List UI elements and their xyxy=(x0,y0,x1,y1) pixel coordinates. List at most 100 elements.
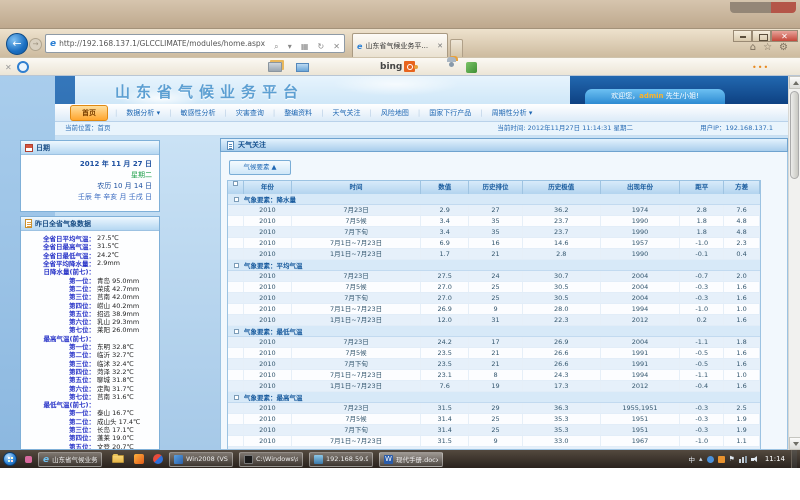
taskbar-ie-button[interactable]: e 山东省气候业务平台 xyxy=(38,452,102,467)
table-row[interactable]: 20101月1日~7月23日12.03122.320120.21.6 xyxy=(228,315,760,326)
cell: 21 xyxy=(469,348,523,358)
toolbar-logo-icon[interactable] xyxy=(17,61,29,73)
nav-item-8[interactable]: 周期性分析 ▾ xyxy=(492,108,533,118)
new-tab-button[interactable] xyxy=(450,39,463,58)
row-select-cell xyxy=(228,315,244,325)
table-row[interactable]: 20107月5候27.02530.52004-0.31.6 xyxy=(228,282,760,293)
dropdown-icon[interactable]: ▾ xyxy=(288,42,292,51)
refresh-icon[interactable]: ↻ xyxy=(318,42,325,51)
cell: 9 xyxy=(469,436,523,446)
maximize-button[interactable] xyxy=(752,30,771,42)
tab-close-icon[interactable]: ✕ xyxy=(437,42,443,50)
lunar-date: 农历 10 月 14 日 xyxy=(21,181,152,192)
table-row[interactable]: 20107月1日~7月23日26.9928.01994-1.01.0 xyxy=(228,304,760,315)
nav-item-4[interactable]: 整编资料 xyxy=(284,108,312,118)
compatibility-icon[interactable]: ▦ xyxy=(301,42,309,51)
section-header-row[interactable]: 气象要素：最高气温 xyxy=(228,392,760,403)
stop-icon[interactable]: ✕ xyxy=(333,42,340,51)
forward-button[interactable]: → xyxy=(29,38,42,51)
start-button[interactable] xyxy=(3,452,17,466)
browser-commandbar: ✕ bing ••• xyxy=(0,57,800,76)
table-row[interactable]: 20107月5候31.42535.31951-0.31.9 xyxy=(228,414,760,425)
search-icon[interactable]: ⌕ xyxy=(274,42,278,51)
back-button[interactable]: ← xyxy=(6,33,28,55)
address-bar[interactable]: e http://192.168.137.1/GLCCLIMATE/module… xyxy=(45,34,345,53)
table-row[interactable]: 20107月23日24.21726.92004-1.11.8 xyxy=(228,337,760,348)
row-select-cell xyxy=(228,271,244,281)
table-row[interactable]: 20107月1日~7月23日23.1824.31994-1.11.0 xyxy=(228,370,760,381)
close-button[interactable] xyxy=(771,30,798,42)
table-row[interactable]: 20107月下旬3.43523.719901.84.8 xyxy=(228,227,760,238)
taskbar-window-button-3[interactable]: 现代手册.docx ... xyxy=(379,452,443,467)
section-header-row[interactable]: 气象要素：平均气温 xyxy=(228,260,760,271)
checkbox[interactable] xyxy=(233,181,238,186)
scroll-down-arrow[interactable] xyxy=(789,437,800,450)
table-row[interactable]: 20107月5候23.52126.61991-0.51.6 xyxy=(228,348,760,359)
action-center-flag-icon[interactable]: ⚑ xyxy=(729,455,735,463)
browser-tab[interactable]: e 山东省气候业务平... ✕ xyxy=(352,33,448,58)
speaker-icon[interactable] xyxy=(751,456,759,463)
scroll-up-arrow[interactable] xyxy=(789,76,800,89)
nav-item-5[interactable]: 天气关注 xyxy=(333,108,361,118)
taskbar-window-button-0[interactable]: Win2008 (VS2... xyxy=(169,452,233,467)
language-indicator[interactable]: 中 xyxy=(689,454,696,464)
nav-item-2[interactable]: 敏感性分析 xyxy=(180,108,215,118)
favorites-star-icon[interactable]: ☆ xyxy=(763,42,772,53)
table-row[interactable]: 20107月1日~7月23日31.5933.01967-1.01.1 xyxy=(228,436,760,447)
minimize-button[interactable] xyxy=(733,30,752,42)
nav-item-3[interactable]: 灾害查询 xyxy=(236,108,264,118)
section-header-row[interactable]: 气象要素：降水量 xyxy=(228,194,760,205)
checkbox[interactable] xyxy=(234,197,239,202)
table-row[interactable]: 20107月23日2.92736.219742.87.6 xyxy=(228,205,760,216)
column-header: 年份 xyxy=(244,181,292,194)
nav-item-1[interactable]: 数据分析 ▾ xyxy=(126,108,160,118)
checkbox[interactable] xyxy=(234,329,239,334)
cell: -1.0 xyxy=(680,436,724,446)
table-row[interactable]: 20107月23日31.52936.31955,1951-0.32.5 xyxy=(228,403,760,414)
climate-element-button[interactable]: 气候要素 ▲ xyxy=(229,160,291,175)
more-options-icon[interactable]: ••• xyxy=(752,63,769,72)
table-row[interactable]: 20101月1日~7月23日7.61917.32012-0.41.6 xyxy=(228,381,760,392)
security-alert-icon[interactable] xyxy=(718,456,725,463)
table-row[interactable]: 20107月下旬23.52126.61991-0.51.6 xyxy=(228,359,760,370)
home-icon[interactable]: ⌂ xyxy=(750,42,756,53)
address-url[interactable]: http://192.168.137.1/GLCCLIMATE/modules/… xyxy=(59,39,270,48)
bing-logo[interactable]: bing xyxy=(380,61,415,72)
cell: 1957 xyxy=(601,238,681,248)
checkbox[interactable] xyxy=(234,395,239,400)
share-icon[interactable] xyxy=(466,62,477,73)
nav-item-6[interactable]: 风险地图 xyxy=(381,108,409,118)
table-row[interactable]: 20101月1日~7月23日1.7212.81990-0.10.4 xyxy=(228,249,760,260)
mail-icon[interactable] xyxy=(296,63,309,72)
checkbox[interactable] xyxy=(234,263,239,268)
taskbar-window-button-1[interactable]: C:\Windows\s... xyxy=(239,452,303,467)
tray-app-icon[interactable] xyxy=(707,456,714,463)
explorer-folder-icon[interactable] xyxy=(112,455,124,463)
vertical-scrollbar[interactable] xyxy=(788,76,800,450)
table-row[interactable]: 20107月23日27.52430.72004-0.72.0 xyxy=(228,271,760,282)
browser-app-icon[interactable] xyxy=(153,454,163,464)
cell: 2010 xyxy=(244,216,292,226)
tray-expand-icon[interactable]: ▴ xyxy=(699,455,703,463)
cell: 2010 xyxy=(244,359,292,369)
nav-item-7[interactable]: 国家下行产品 xyxy=(429,108,471,118)
pinned-app-icon[interactable] xyxy=(25,456,32,463)
table-row[interactable]: 20107月下旬27.02530.52004-0.31.6 xyxy=(228,293,760,304)
network-icon[interactable] xyxy=(739,456,747,463)
taskbar-window-button-2[interactable]: 192.168.59.99... xyxy=(309,452,373,467)
table-row[interactable]: 20107月下旬31.42535.31951-0.31.9 xyxy=(228,425,760,436)
gallery-icon[interactable] xyxy=(268,62,282,72)
table-row[interactable]: 20107月1日~7月23日6.91614.61957-1.02.3 xyxy=(228,238,760,249)
taskbar-clock[interactable]: 11:14 xyxy=(765,455,785,463)
scroll-thumb[interactable] xyxy=(790,91,799,179)
media-app-icon[interactable] xyxy=(134,454,144,464)
cell: 7月5候 xyxy=(292,282,422,292)
tab-favicon: e xyxy=(357,42,362,51)
section-header-row[interactable]: 气象要素：最低气温 xyxy=(228,326,760,337)
nav-item-0[interactable]: 首页 xyxy=(70,105,108,121)
settings-gear-icon[interactable]: ⚙ xyxy=(779,42,788,53)
background-window-controls xyxy=(730,2,796,13)
toolbar-close-icon[interactable]: ✕ xyxy=(5,63,12,72)
show-desktop-button[interactable] xyxy=(791,450,797,468)
table-row[interactable]: 20107月5候3.43523.719901.84.8 xyxy=(228,216,760,227)
